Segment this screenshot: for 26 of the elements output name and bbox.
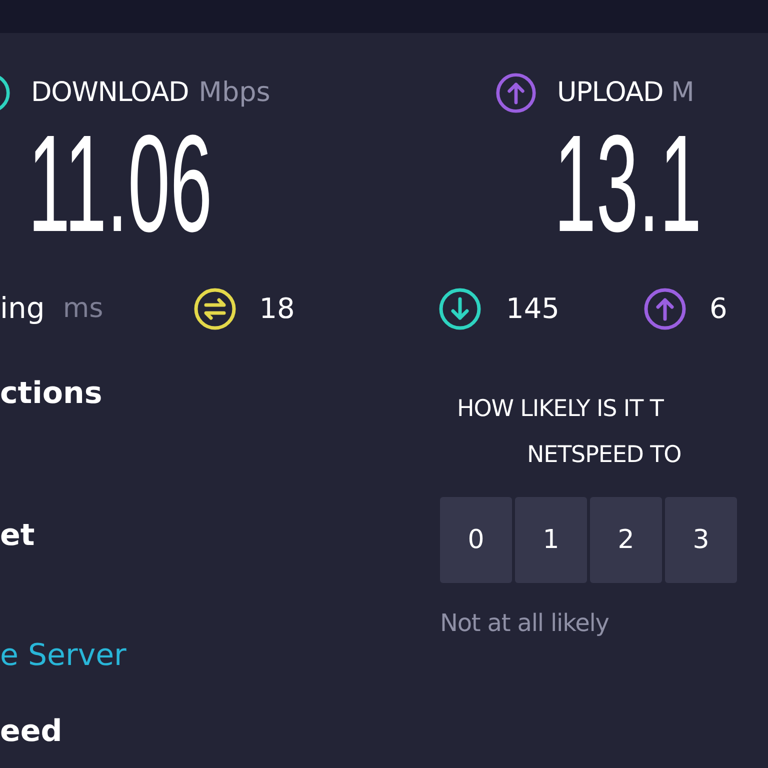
download-unit: Mbps (198, 76, 270, 110)
rating-option[interactable]: 2 (590, 497, 662, 583)
jitter-icon (193, 287, 238, 331)
section-heading: et (0, 518, 36, 554)
survey-question: NETSPEED TO (527, 441, 682, 470)
upload-icon (495, 72, 537, 114)
download-latency-value: 145 (506, 291, 560, 327)
upload-label: UPLOAD (557, 76, 664, 110)
download-label: DOWNLOAD (31, 76, 189, 110)
section-heading: ctions (0, 376, 104, 412)
ping-unit: ms (62, 292, 104, 326)
upload-latency-value: 6 (709, 291, 728, 327)
rating-option[interactable]: 1 (515, 497, 587, 583)
upload-latency-icon (643, 287, 688, 331)
download-speed: 11.06 (28, 115, 212, 253)
upload-speed: 13.1 (554, 115, 702, 253)
upload-unit: M (671, 76, 694, 110)
ping-label: ing (0, 290, 45, 328)
rating-option[interactable]: 3 (665, 497, 737, 583)
server-link[interactable]: e Server (0, 638, 440, 674)
section-heading: eed (0, 714, 64, 750)
scale-low-label: Not at all likely (440, 608, 610, 639)
survey-question: HOW LIKELY IS IT T (457, 395, 665, 424)
download-latency-icon (438, 287, 482, 331)
jitter-value: 18 (259, 291, 295, 327)
rating-option[interactable]: 0 (440, 497, 512, 583)
